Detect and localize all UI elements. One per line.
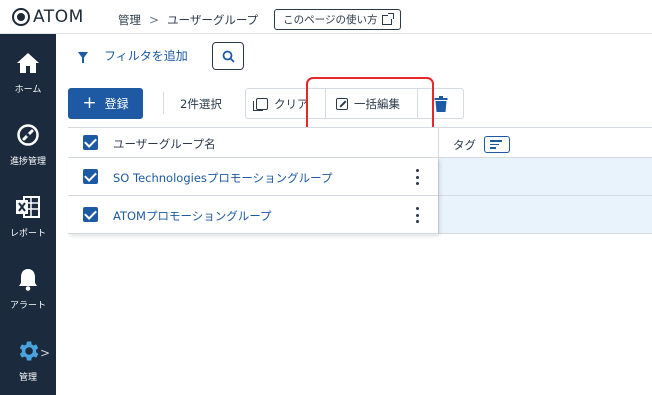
- bulk-edit-button[interactable]: 一括編集: [326, 89, 418, 118]
- sidebar-item-label: ホーム: [14, 85, 42, 95]
- sidebar-item-alert[interactable]: アラート: [0, 250, 56, 320]
- column-divider: [438, 127, 439, 234]
- select-all-checkbox[interactable]: [83, 135, 98, 150]
- atom-logo[interactable]: ATOM: [12, 7, 84, 27]
- logo-mark-icon: [12, 8, 30, 26]
- table-row[interactable]: SO Technologiesプロモーショングループ: [68, 158, 652, 196]
- user-group-table: ユーザーグループ名 タグ SO Technologiesプロモーショングループ …: [68, 127, 652, 234]
- row-group-name[interactable]: ATOMプロモーショングループ: [113, 208, 272, 224]
- progress-icon: [15, 122, 41, 148]
- delete-button[interactable]: [418, 89, 463, 118]
- sidebar-item-progress[interactable]: 進捗管理: [0, 106, 56, 176]
- trash-icon: [434, 95, 447, 112]
- selected-count: 2件選択: [180, 97, 222, 111]
- add-filter-label: フィルタを追加: [104, 49, 188, 63]
- bell-icon: [15, 266, 41, 292]
- logo-text: ATOM: [33, 7, 84, 27]
- sidebar-item-home[interactable]: ホーム: [0, 34, 56, 104]
- search-button[interactable]: [212, 42, 244, 70]
- chevron-right-icon: >: [149, 12, 160, 27]
- register-label: 登録: [104, 97, 129, 111]
- breadcrumb-item-user-groups: ユーザーグループ: [167, 12, 259, 27]
- external-link-icon: [382, 12, 395, 25]
- home-icon: [15, 50, 41, 76]
- sidebar-item-label: 進捗管理: [9, 157, 46, 167]
- clear-button[interactable]: クリア: [246, 89, 326, 118]
- gear-icon: [15, 338, 41, 364]
- sidebar-item-label: アラート: [9, 301, 46, 311]
- sidebar-item-admin[interactable]: > 管理: [0, 322, 56, 392]
- more-menu-icon[interactable]: [412, 207, 422, 223]
- search-icon: [222, 50, 235, 63]
- row-checkbox[interactable]: [83, 207, 98, 222]
- table-row[interactable]: ATOMプロモーショングループ: [68, 196, 652, 234]
- sidebar-item-report[interactable]: レポート: [0, 178, 56, 248]
- breadcrumb: 管理 > ユーザーグループ このページの使い方: [118, 9, 402, 30]
- divider: [163, 92, 164, 114]
- row-checkbox[interactable]: [83, 169, 98, 184]
- row-name-cell: SO Technologiesプロモーショングループ: [68, 158, 438, 195]
- bulk-edit-label: 一括編集: [354, 96, 400, 111]
- tag-filter-icon[interactable]: [484, 136, 510, 153]
- filter-icon: [78, 52, 88, 63]
- sidebar-item-label: レポート: [9, 229, 46, 239]
- clear-icon: [253, 97, 268, 111]
- column-header-tag-label: タグ: [453, 137, 476, 152]
- table-header: ユーザーグループ名 タグ: [68, 127, 652, 158]
- clear-label: クリア: [274, 96, 309, 111]
- edit-icon: [336, 97, 348, 110]
- more-menu-icon[interactable]: [412, 169, 422, 185]
- report-icon: [15, 194, 41, 220]
- sidebar-item-label: 管理: [18, 373, 37, 383]
- top-header: ATOM 管理 > ユーザーグループ このページの使い方: [0, 0, 652, 34]
- row-tag-cell: [439, 158, 652, 195]
- howto-button[interactable]: このページの使い方: [274, 9, 402, 30]
- register-button[interactable]: + 登録: [68, 88, 143, 119]
- row-group-name[interactable]: SO Technologiesプロモーショングループ: [113, 170, 332, 186]
- chevron-right-icon: >: [39, 346, 50, 360]
- row-name-cell: ATOMプロモーショングループ: [68, 196, 438, 233]
- bulk-action-group: クリア 一括編集: [245, 88, 464, 119]
- add-filter-button[interactable]: フィルタを追加: [78, 47, 188, 64]
- breadcrumb-item-admin[interactable]: 管理: [118, 12, 141, 28]
- sidebar: ホーム 進捗管理 レポート アラート > 管理: [0, 34, 56, 395]
- row-tag-cell: [439, 196, 652, 233]
- howto-label: このページの使い方: [283, 14, 378, 26]
- column-header-name[interactable]: ユーザーグループ名: [113, 136, 216, 152]
- plus-icon: +: [82, 93, 97, 113]
- column-header-tag: タグ: [453, 136, 510, 153]
